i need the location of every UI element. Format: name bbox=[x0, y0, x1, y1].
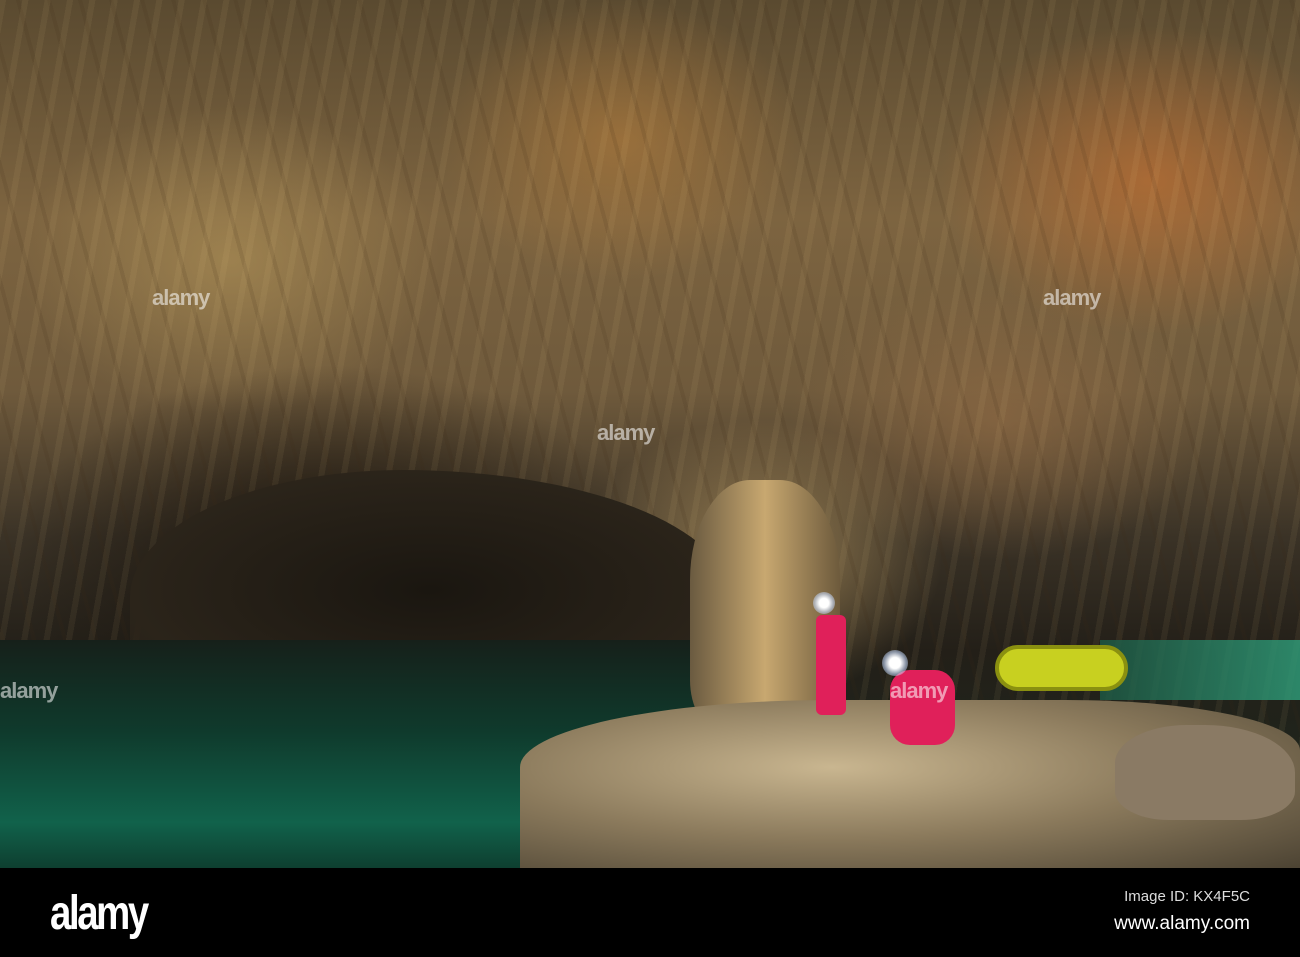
caver-standing bbox=[816, 615, 846, 715]
right-pool bbox=[1100, 640, 1300, 700]
yellow-raft bbox=[995, 645, 1128, 691]
boulder bbox=[1115, 725, 1295, 820]
watermark: alamy bbox=[1043, 285, 1101, 310]
footer-bar: alamy Image ID: KX4F5C www.alamy.com bbox=[0, 868, 1300, 957]
watermark: alamy bbox=[0, 678, 58, 703]
watermark: alamy bbox=[597, 420, 655, 445]
headlamp-light bbox=[882, 650, 908, 676]
alamy-logo: alamy bbox=[50, 887, 149, 940]
cave-photo: alamy alamy alamy alamy alamy bbox=[0, 0, 1300, 868]
headlamp-light bbox=[813, 592, 835, 614]
site-url: www.alamy.com bbox=[1114, 913, 1250, 934]
watermark: alamy bbox=[152, 285, 210, 310]
image-id: Image ID: KX4F5C bbox=[1124, 888, 1250, 905]
watermark: alamy bbox=[890, 678, 948, 703]
